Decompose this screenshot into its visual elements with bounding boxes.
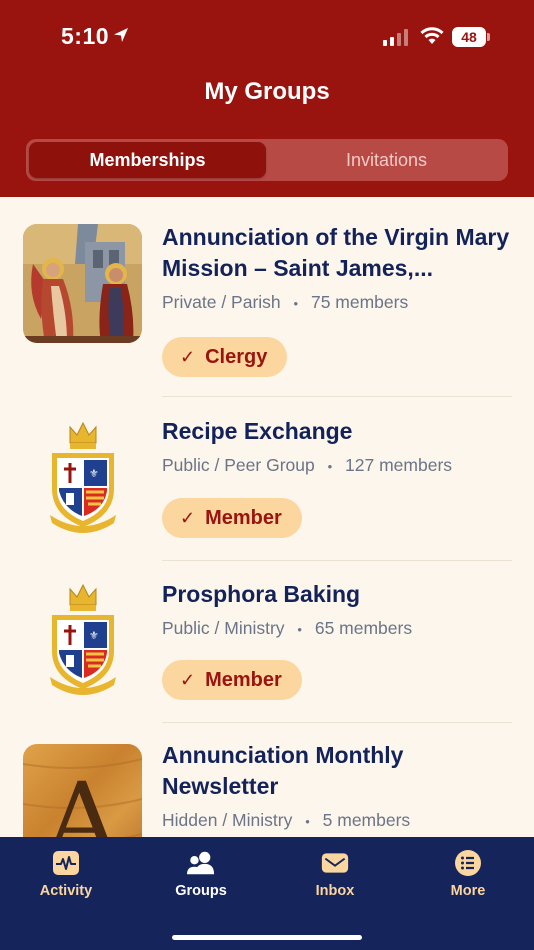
- group-row-annunciation-mission[interactable]: Annunciation of the Virgin Mary Mission …: [0, 197, 534, 397]
- role-badge: ✓ Member: [162, 498, 302, 538]
- svg-text:⚜: ⚜: [89, 629, 99, 642]
- group-title: Annunciation Monthly Newsletter: [162, 742, 404, 799]
- home-indicator[interactable]: [172, 935, 362, 940]
- more-list-icon: [454, 849, 482, 877]
- group-meta: Private / Parish • 75 members: [162, 292, 408, 313]
- group-title: Annunciation of the Virgin Mary Mission …: [162, 224, 510, 281]
- header: 5:10 48 My Groups Memberships Invitation…: [0, 0, 534, 197]
- cellular-signal-icon: [383, 29, 408, 46]
- annunciation-icon-image: [23, 224, 142, 343]
- svg-text:⚜: ⚜: [89, 467, 99, 480]
- segmented-control: Memberships Invitations: [26, 139, 508, 181]
- group-type: Public / Peer Group: [162, 455, 315, 475]
- role-label: Member: [205, 507, 282, 529]
- wifi-icon: [420, 27, 444, 44]
- letter-a-wood-icon: A: [23, 744, 142, 837]
- group-members: 65 members: [314, 618, 413, 638]
- tab-label: Groups: [175, 883, 227, 899]
- group-meta: Public / Ministry • 65 members: [162, 618, 412, 639]
- meta-separator: •: [293, 296, 299, 311]
- tab-groups[interactable]: Groups: [141, 849, 261, 899]
- status-time: 5:10: [61, 23, 110, 49]
- group-list: Annunciation of the Virgin Mary Mission …: [0, 197, 534, 837]
- group-row-monthly-newsletter[interactable]: A Annunciation Monthly Newsletter Hidden…: [0, 723, 534, 837]
- tab-memberships[interactable]: Memberships: [29, 142, 266, 178]
- crest-icon: ⚜: [50, 421, 116, 533]
- group-members: 127 members: [345, 455, 453, 475]
- group-title: Prosphora Baking: [162, 581, 361, 607]
- meta-separator: •: [297, 622, 302, 637]
- group-type: Private / Parish: [162, 292, 281, 312]
- crest-icon: ⚜: [50, 583, 116, 695]
- group-members: 5 members: [322, 810, 411, 830]
- meta-separator: •: [305, 814, 310, 829]
- tab-label: More: [450, 883, 486, 899]
- checkmark-icon: ✓: [180, 347, 196, 367]
- tab-bar: Activity Groups Inbox More: [0, 837, 534, 950]
- group-type: Hidden / Ministry: [162, 810, 293, 830]
- status-bar: 5:10 48: [0, 0, 534, 74]
- role-label: Clergy: [205, 346, 268, 368]
- role-badge: ✓ Clergy: [162, 337, 288, 377]
- inbox-icon: [321, 849, 349, 877]
- battery-icon: 48: [452, 27, 486, 47]
- groups-icon: [187, 849, 215, 877]
- group-row-prosphora-baking[interactable]: ⚜ Prosphora Baking Public / Ministry • 6…: [0, 561, 534, 723]
- checkmark-icon: ✓: [180, 508, 196, 528]
- tab-invitations[interactable]: Invitations: [268, 142, 505, 178]
- location-arrow-icon: [114, 28, 128, 42]
- tab-label: Activity: [39, 883, 93, 899]
- tab-activity[interactable]: Activity: [6, 849, 126, 899]
- tab-more[interactable]: More: [408, 849, 528, 899]
- group-members: 75 members: [310, 292, 409, 312]
- group-type: Public / Ministry: [162, 618, 285, 638]
- role-badge: ✓ Member: [162, 660, 302, 700]
- tab-inbox[interactable]: Inbox: [275, 849, 395, 899]
- tab-label: Inbox: [315, 883, 355, 899]
- group-title: Recipe Exchange: [162, 418, 353, 444]
- role-label: Member: [205, 669, 282, 691]
- page-title: My Groups: [204, 78, 330, 105]
- group-meta: Hidden / Ministry • 5 members: [162, 810, 410, 831]
- svg-text:A: A: [45, 761, 120, 837]
- activity-icon: [52, 849, 80, 877]
- meta-separator: •: [327, 459, 333, 474]
- checkmark-icon: ✓: [180, 670, 196, 690]
- group-row-recipe-exchange[interactable]: ⚜ Recipe Exchange Public / Peer Group • …: [0, 397, 534, 560]
- group-meta: Public / Peer Group • 127 members: [162, 455, 452, 476]
- battery-tip: [487, 33, 490, 41]
